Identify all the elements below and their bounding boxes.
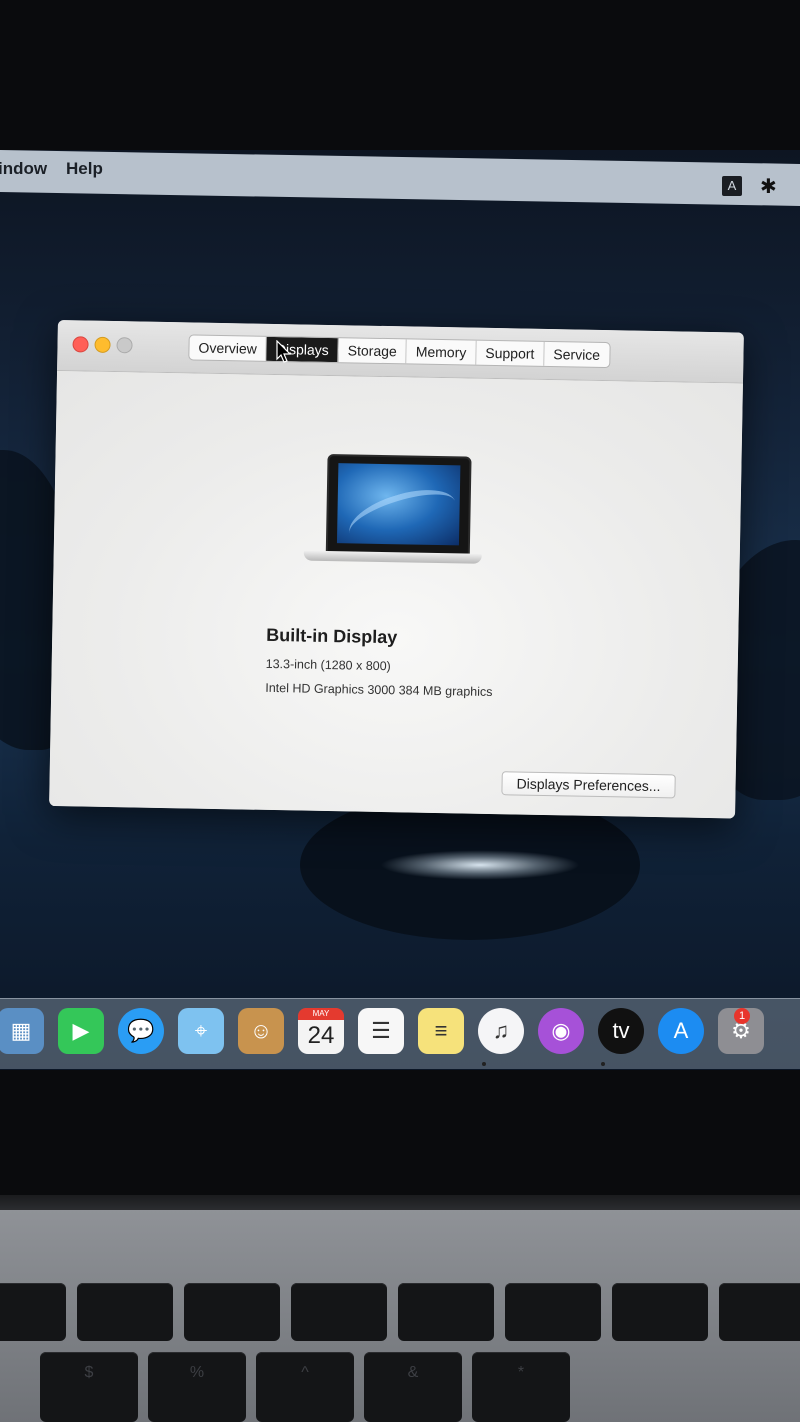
key-symbol: %	[189, 1364, 205, 1381]
number-key: ^	[256, 1352, 354, 1422]
menu-window[interactable]: indow	[0, 159, 47, 179]
apple-tv-icon[interactable]: tv	[598, 1008, 644, 1054]
zoom-button[interactable]	[116, 337, 133, 354]
function-key	[505, 1283, 601, 1341]
calendar-day: 24	[307, 1022, 335, 1049]
display-graphics: Intel HD Graphics 3000 384 MB graphics	[265, 680, 493, 700]
macbook-lid	[325, 453, 472, 557]
function-key	[0, 1283, 66, 1341]
facetime-icon[interactable]: ▶	[58, 1008, 104, 1054]
tab-service[interactable]: Service	[544, 342, 609, 367]
music-running-indicator	[482, 1062, 486, 1066]
input-source-icon[interactable]: A	[722, 176, 742, 196]
apple-tv-running-indicator	[601, 1062, 605, 1066]
minimize-button[interactable]	[94, 336, 111, 353]
function-key	[612, 1283, 708, 1341]
macbook-screen	[336, 463, 462, 556]
function-key	[719, 1283, 800, 1341]
menu-help[interactable]: Help	[66, 159, 103, 179]
notes-icon[interactable]: ≡	[418, 1008, 464, 1054]
calendar-icon[interactable]: MAY 24	[298, 1008, 344, 1054]
number-key: &	[364, 1352, 462, 1422]
tab-bar: Overview Displays Storage Memory Support…	[188, 334, 611, 369]
key-symbol: $	[84, 1364, 94, 1381]
preview-icon[interactable]: ▦	[0, 1008, 44, 1054]
maps-icon[interactable]: ⌖	[178, 1008, 224, 1054]
wallpaper-surf	[380, 850, 580, 880]
messages-icon[interactable]: 💬	[118, 1008, 164, 1054]
tab-overview[interactable]: Overview	[189, 335, 268, 361]
macbook-base	[303, 550, 482, 564]
about-this-mac-window: Overview Displays Storage Memory Support…	[49, 320, 744, 819]
screen-wave	[343, 479, 462, 556]
reminders-icon[interactable]: ☰	[358, 1008, 404, 1054]
function-key	[398, 1283, 494, 1341]
podcasts-icon[interactable]: ◉	[538, 1008, 584, 1054]
number-key: %	[148, 1352, 246, 1422]
app-store-icon[interactable]: A	[658, 1008, 704, 1054]
tab-memory[interactable]: Memory	[406, 339, 477, 365]
key-symbol: *	[517, 1364, 525, 1381]
mouse-cursor-icon	[276, 340, 292, 363]
bluetooth-icon[interactable]: ✱	[760, 174, 777, 199]
window-content: Built-in Display 13.3-inch (1280 x 800) …	[49, 370, 743, 819]
macbook-display-icon	[303, 453, 485, 577]
key-symbol: ^	[301, 1364, 309, 1381]
function-key	[291, 1283, 387, 1341]
number-key: *	[472, 1352, 570, 1422]
notification-badge: 1	[734, 1008, 750, 1024]
number-key: $	[40, 1352, 138, 1422]
tab-storage[interactable]: Storage	[338, 338, 408, 364]
tab-support[interactable]: Support	[476, 340, 545, 366]
function-key	[184, 1283, 280, 1341]
function-key	[77, 1283, 173, 1341]
key-symbol: &	[407, 1364, 419, 1381]
display-size: 13.3-inch (1280 x 800)	[265, 656, 391, 674]
music-icon[interactable]: ♫	[478, 1008, 524, 1054]
contacts-icon[interactable]: ☺	[238, 1008, 284, 1054]
display-name: Built-in Display	[266, 624, 398, 648]
close-button[interactable]	[72, 336, 89, 353]
calendar-month: MAY	[298, 1008, 344, 1020]
displays-preferences-button[interactable]: Displays Preferences...	[501, 771, 676, 799]
